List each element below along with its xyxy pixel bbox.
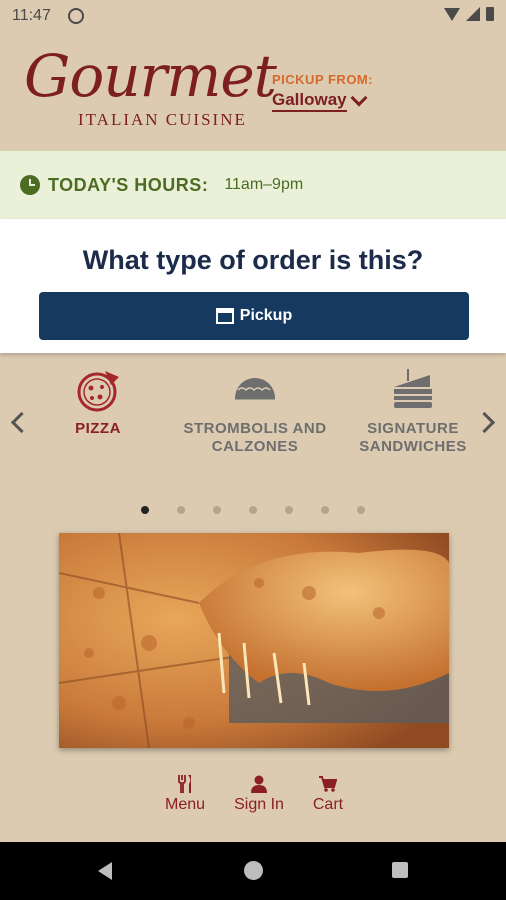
pizza-icon xyxy=(20,360,176,420)
category-label-line2: CALZONES xyxy=(211,438,299,455)
nav-sign-in[interactable]: Sign In xyxy=(230,772,288,814)
sandwich-icon xyxy=(335,360,491,420)
system-navigation-bar xyxy=(0,842,506,900)
battery-icon xyxy=(486,7,494,21)
chevron-down-icon xyxy=(350,89,368,107)
order-type-question: What type of order is this? xyxy=(82,245,424,275)
nav-menu-label: Menu xyxy=(164,796,206,813)
nav-cart[interactable]: Cart xyxy=(310,772,346,814)
bottom-navigation: Menu Sign In Cart xyxy=(0,760,506,842)
todays-hours-banner: TODAY'S HOURS: 11am–9pm xyxy=(0,150,506,220)
category-carousel: PIZZA STROMBOLIS AND CALZONES SIGNATURE … xyxy=(0,360,506,490)
home-icon[interactable] xyxy=(244,861,263,880)
pickup-button[interactable]: Pickup xyxy=(39,292,469,340)
order-type-panel: What type of order is this? Pickup xyxy=(0,219,506,353)
user-icon xyxy=(230,772,288,796)
nav-sign-in-label: Sign In xyxy=(234,796,284,813)
category-pizza[interactable]: PIZZA xyxy=(20,360,176,438)
location-dropdown[interactable]: Galloway xyxy=(272,89,373,112)
location-name: Galloway xyxy=(272,90,347,112)
category-strombolis-calzones[interactable]: STROMBOLIS AND CALZONES xyxy=(177,360,333,456)
status-icons xyxy=(444,7,494,21)
featured-pizza-photo[interactable] xyxy=(59,533,449,748)
nav-cart-label: Cart xyxy=(312,796,344,813)
pagination-dot[interactable] xyxy=(141,506,149,514)
clock-icon xyxy=(20,175,40,195)
brand-logo[interactable]: Gourmet ITALIAN CUISINE xyxy=(20,38,277,148)
carousel-pagination xyxy=(0,506,506,514)
sync-icon xyxy=(68,8,84,24)
pickup-button-label: Pickup xyxy=(239,307,293,324)
category-signature-sandwiches[interactable]: SIGNATURE SANDWICHES xyxy=(335,360,491,456)
nav-menu[interactable]: Menu xyxy=(162,772,208,814)
status-bar: 11:47 xyxy=(0,0,506,32)
pagination-dot[interactable] xyxy=(249,506,257,514)
category-label: STROMBOLIS AND xyxy=(183,420,327,437)
brand-script: Gourmet xyxy=(24,42,277,110)
calzone-icon xyxy=(177,360,333,420)
brand-subtitle: ITALIAN CUISINE xyxy=(78,110,247,129)
signal-icon xyxy=(466,7,480,21)
pagination-dot[interactable] xyxy=(213,506,221,514)
wifi-icon xyxy=(444,7,460,21)
fork-knife-icon xyxy=(162,772,208,796)
pagination-dot[interactable] xyxy=(177,506,185,514)
cart-icon xyxy=(310,772,346,796)
pickup-label: PICKUP FROM: xyxy=(272,72,374,87)
recent-apps-icon[interactable] xyxy=(392,862,408,878)
category-label-line2: SANDWICHES xyxy=(359,438,467,455)
hours-value: 11am–9pm xyxy=(224,176,304,193)
pagination-dot[interactable] xyxy=(285,506,293,514)
pagination-dot[interactable] xyxy=(357,506,365,514)
pagination-dot[interactable] xyxy=(321,506,329,514)
pickup-location-selector[interactable]: PICKUP FROM: Galloway xyxy=(272,72,373,112)
category-label: SIGNATURE xyxy=(367,420,459,437)
back-icon[interactable] xyxy=(98,862,112,880)
status-time: 11:47 xyxy=(12,7,51,24)
hours-label: TODAY'S HOURS: xyxy=(48,174,209,195)
storefront-icon xyxy=(215,308,234,324)
category-label: PIZZA xyxy=(75,420,121,437)
